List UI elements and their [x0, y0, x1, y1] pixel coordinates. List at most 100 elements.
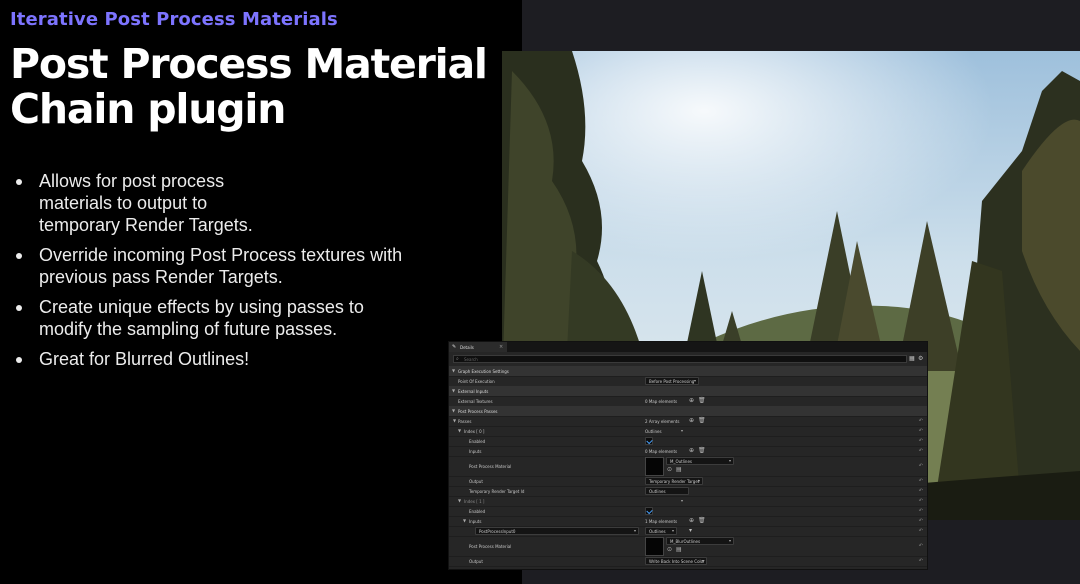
pencil-icon: ✎ [452, 344, 457, 350]
reset-arrow-icon[interactable]: ↶ [919, 463, 923, 469]
reset-arrow-icon[interactable]: ↶ [919, 518, 923, 524]
chevron-down-icon: ▼ [452, 368, 456, 373]
chevron-down-icon[interactable]: ▾ [681, 428, 683, 433]
bullet-item: Create unique effects by using passes to… [14, 296, 414, 340]
category-label: External Inputs [458, 389, 489, 394]
property-value: 0 Map elements [645, 449, 678, 454]
input-value: Outlines [649, 489, 666, 494]
chevron-down-icon[interactable]: ▾ [681, 498, 683, 503]
property-label: Inputs [469, 449, 482, 454]
dropdown-value: Write Back Into Scene Color [649, 559, 705, 564]
property-label: Output [469, 479, 483, 484]
slide-title: Post Process Material Chain plugin [10, 42, 488, 133]
details-tab[interactable]: ✎ Details × [449, 342, 507, 352]
property-value: 0 Map elements [645, 399, 678, 404]
property-value: Outlines [645, 429, 662, 434]
input-value-dropdown[interactable]: Outlines ▾ [645, 527, 677, 535]
reset-arrow-icon[interactable]: ↶ [919, 498, 923, 504]
slide-title-line-2: Chain plugin [10, 85, 286, 133]
material-asset-dropdown[interactable]: M_Outlines ▾ [666, 457, 734, 465]
details-panel[interactable]: ✎ Details × ⌕ Search ▦ ⚙ ▼ Graph Executi… [448, 341, 928, 570]
chevron-down-icon[interactable]: ▼ [463, 518, 466, 523]
property-label: Output [469, 559, 483, 564]
trash-icon[interactable]: 🗑 [698, 447, 706, 454]
search-placeholder: Search [464, 357, 478, 362]
folder-icon[interactable]: ▤ [676, 546, 682, 553]
search-input[interactable]: ⌕ Search [453, 355, 907, 363]
property-label: Index [ 0 ] [464, 429, 485, 434]
chevron-down-icon: ▾ [633, 528, 636, 533]
property-label: Post Process Material [469, 464, 512, 469]
bullet-text: Override incoming Post Process textures … [39, 245, 403, 287]
close-icon[interactable]: × [499, 344, 503, 350]
dropdown-value: PostProcessInput0 [479, 529, 516, 534]
trash-icon[interactable]: 🗑 [698, 417, 706, 424]
row-output-1: Output Write Back Into Scene Color ▾ ↶ [449, 556, 927, 567]
browse-icon[interactable]: ⊙ [667, 546, 672, 553]
gear-icon[interactable]: ⚙ [918, 355, 924, 362]
output-dropdown[interactable]: Write Back Into Scene Color ▾ [645, 557, 707, 565]
chevron-down-icon: ▾ [671, 528, 674, 533]
reset-arrow-icon[interactable]: ↶ [919, 488, 923, 494]
property-label: Passes [458, 419, 472, 424]
bullet-text: Great for Blurred Outlines! [39, 349, 250, 369]
browse-icon[interactable]: ⊙ [667, 466, 672, 473]
chevron-down-icon: ▾ [693, 378, 696, 383]
reset-arrow-icon[interactable]: ↶ [919, 528, 923, 534]
dropdown-value: Temporary Render Target [649, 479, 700, 484]
property-label: Temporary Render Target Id [469, 489, 525, 494]
table-view-icon[interactable]: ▦ [909, 355, 915, 362]
trash-icon[interactable]: 🗑 [698, 517, 706, 524]
property-label: Enabled [469, 509, 486, 514]
bullet-item: Great for Blurred Outlines! [14, 348, 414, 370]
reset-arrow-icon[interactable]: ↶ [919, 543, 923, 549]
folder-icon[interactable]: ▤ [676, 466, 682, 473]
material-asset-dropdown[interactable]: M_BlurOutlines ▾ [666, 537, 734, 545]
property-label: Index [ 1 ] [464, 499, 485, 504]
bullet-item: Allows for post process materials to out… [14, 170, 414, 236]
add-element-icon[interactable]: ⊕ [689, 397, 694, 404]
add-element-icon[interactable]: ⊕ [689, 517, 694, 524]
row-post-process-material-1: Post Process Material M_BlurOutlines ▾ ⊙… [449, 536, 927, 557]
material-thumbnail[interactable] [645, 537, 664, 556]
chevron-down-icon: ▾ [697, 478, 700, 483]
property-label: Post Process Material [469, 544, 512, 549]
chevron-down-icon: ▼ [452, 408, 456, 413]
trash-icon[interactable]: 🗑 [698, 397, 706, 404]
point-of-execution-dropdown[interactable]: Before Post Processing ▾ [645, 377, 699, 385]
chevron-down-icon[interactable]: ▼ [458, 428, 461, 433]
reset-arrow-icon[interactable]: ↶ [919, 478, 923, 484]
reset-arrow-icon[interactable]: ↶ [919, 438, 923, 444]
property-label: External Textures [458, 399, 493, 404]
dropdown-value: Outlines [649, 529, 666, 534]
details-tab-bar: ✎ Details × [449, 342, 927, 352]
property-value: 2 Array elements [645, 419, 680, 424]
chevron-down-icon: ▼ [452, 388, 456, 393]
reset-arrow-icon[interactable]: ↶ [919, 448, 923, 454]
chevron-down-icon[interactable]: ▾ [689, 527, 692, 534]
chevron-down-icon: ▾ [701, 558, 704, 563]
add-element-icon[interactable]: ⊕ [689, 417, 694, 424]
material-thumbnail[interactable] [645, 457, 664, 476]
chevron-down-icon: ▾ [728, 458, 731, 463]
reset-arrow-icon[interactable]: ↶ [919, 418, 923, 424]
reset-arrow-icon[interactable]: ↶ [919, 508, 923, 514]
slide-kicker: Iterative Post Process Materials [10, 9, 338, 30]
input-key-dropdown[interactable]: PostProcessInput0 ▾ [475, 527, 639, 535]
output-dropdown[interactable]: Temporary Render Target ▾ [645, 477, 703, 485]
temp-rt-id-input[interactable]: Outlines [645, 487, 689, 495]
bullet-text: Allows for post process materials to out… [39, 171, 253, 235]
enabled-checkbox[interactable] [645, 507, 653, 515]
property-label: Point Of Execution [458, 379, 495, 384]
property-label: Enabled [469, 439, 486, 444]
chevron-down-icon: ▾ [728, 538, 731, 543]
reset-arrow-icon[interactable]: ↶ [919, 428, 923, 434]
reset-arrow-icon[interactable]: ↶ [919, 558, 923, 564]
dropdown-value: Before Post Processing [649, 379, 695, 384]
add-element-icon[interactable]: ⊕ [689, 447, 694, 454]
bullet-item: Override incoming Post Process textures … [14, 244, 414, 288]
chevron-down-icon[interactable]: ▼ [453, 418, 456, 423]
category-label: Graph Execution Settings [458, 369, 509, 374]
chevron-down-icon[interactable]: ▼ [458, 498, 461, 503]
enabled-checkbox[interactable] [645, 437, 653, 445]
